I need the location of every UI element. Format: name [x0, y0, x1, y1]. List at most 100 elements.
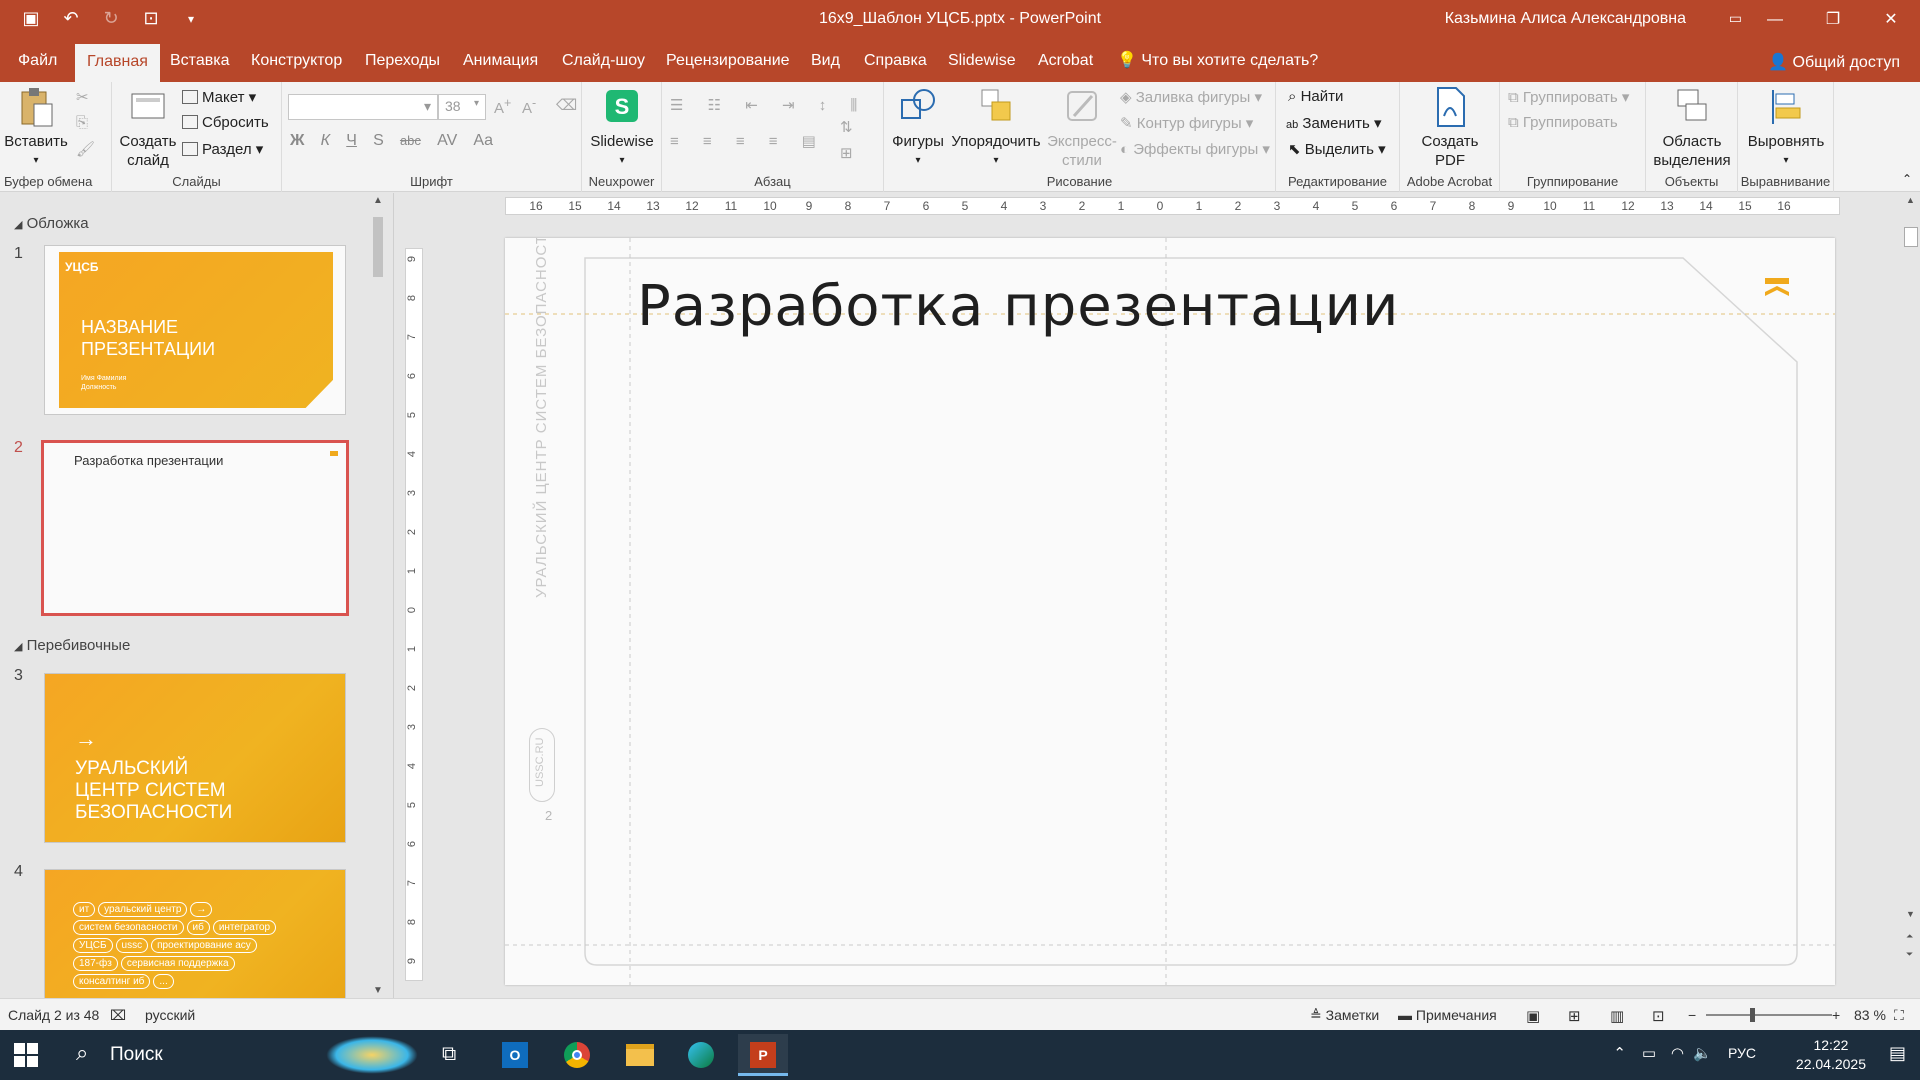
thumbnails-scrollbar[interactable]: ▲ ▼ [370, 193, 386, 998]
task-view-icon[interactable]: ⧉ [428, 1034, 478, 1076]
tab-insert[interactable]: Вставка [158, 40, 241, 82]
shrink-font-icon[interactable]: A- [522, 96, 536, 117]
file-explorer-icon[interactable] [614, 1034, 664, 1076]
slideshow-view-icon[interactable]: ⊡ [1652, 1007, 1665, 1025]
normal-view-icon[interactable]: ▣ [1526, 1007, 1540, 1025]
scroll-up-icon[interactable]: ▲ [373, 195, 383, 206]
section-button[interactable]: Раздел ▾ [182, 140, 263, 158]
slide-title[interactable]: Разработка презентации [637, 274, 1399, 339]
wifi-icon[interactable]: ◠ [1671, 1044, 1684, 1062]
shape-effects-button[interactable]: ◐ Эффекты фигуры ▾ [1120, 140, 1270, 158]
restore-icon[interactable]: ❐ [1804, 0, 1862, 40]
slide-thumbnail-1[interactable]: УЦСБ НАЗВАНИЕ ПРЕЗЕНТАЦИИ Имя Фамилия До… [44, 245, 346, 415]
tab-view[interactable]: Вид [799, 40, 852, 82]
shapes-button[interactable]: Фигуры ▾ [888, 86, 948, 170]
volume-icon[interactable]: 🔈 [1693, 1044, 1712, 1062]
strikethrough-button[interactable]: abc [400, 133, 421, 148]
char-spacing-button[interactable]: AV [437, 132, 457, 150]
ribbon-display-options-icon[interactable]: ▭ [1729, 10, 1742, 27]
copy-icon[interactable]: ⎘ [76, 114, 88, 131]
section-header-dividers[interactable]: ◢ Перебивочные [14, 637, 130, 654]
share-button[interactable]: 👤 Общий доступ [1768, 52, 1900, 72]
minimize-icon[interactable]: — [1746, 0, 1804, 40]
reading-view-icon[interactable]: ▥ [1610, 1007, 1624, 1025]
comments-button[interactable]: ▬ Примечания [1398, 1007, 1497, 1023]
clear-format-icon[interactable]: ⌫ [556, 96, 577, 114]
ungroup-objects-button[interactable]: ⧉ Группировать [1508, 114, 1618, 131]
scrollbar-thumb[interactable] [373, 217, 383, 277]
notifications-icon[interactable]: ▤ [1889, 1043, 1906, 1064]
section-header-cover[interactable]: ◢ Обложка [14, 215, 89, 232]
text-direction-icon[interactable]: ⇅ [840, 118, 853, 136]
slide-thumbnail-3[interactable]: → УРАЛЬСКИЙ ЦЕНТР СИСТЕМ БЕЗОПАСНОСТИ [44, 673, 346, 843]
font-name-combo[interactable]: ▾ [288, 94, 438, 120]
group-objects-button[interactable]: ⧉ Группировать ▾ [1508, 88, 1629, 106]
slide-thumbnail-2[interactable]: Разработка презентации [41, 440, 349, 616]
slide-canvas[interactable]: Разработка презентации УРАЛЬСКИЙ ЦЕНТР С… [505, 238, 1835, 985]
list-buttons[interactable]: ☰ ☷ ⇤ ⇥ ↕ ⫼ [670, 96, 867, 114]
zoom-out-icon[interactable]: − [1688, 1007, 1696, 1023]
format-painter-icon[interactable]: 🖌 [76, 140, 95, 158]
select-button[interactable]: ⬉ Выделить ▾ [1288, 140, 1386, 158]
tab-review[interactable]: Рецензирование [654, 40, 802, 82]
outlook-icon[interactable]: O [490, 1034, 540, 1076]
zoom-in-icon[interactable]: + [1832, 1007, 1840, 1023]
italic-button[interactable]: К [321, 132, 330, 150]
underline-button[interactable]: Ч [346, 132, 357, 150]
scroll-up-icon[interactable]: ▲ [1906, 195, 1915, 205]
fit-slide-icon[interactable]: ⛶ [1894, 1007, 1904, 1024]
shape-fill-button[interactable]: ◈ Заливка фигуры ▾ [1120, 88, 1262, 106]
tab-file[interactable]: Файл [6, 40, 69, 82]
change-case-button[interactable]: Aa [473, 132, 493, 150]
chrome-icon[interactable] [552, 1034, 602, 1076]
tab-slidewise[interactable]: Slidewise [936, 40, 1028, 82]
slidewise-button[interactable]: S Slidewise ▾ [586, 86, 658, 170]
close-icon[interactable]: ✕ [1862, 0, 1920, 40]
spellcheck-icon[interactable]: ⌧ [110, 1007, 126, 1024]
zoom-level[interactable]: 83 % [1854, 1007, 1886, 1023]
scrollbar-thumb[interactable] [1904, 227, 1918, 247]
arrange-button[interactable]: Упорядочить ▾ [946, 86, 1046, 170]
tab-slideshow[interactable]: Слайд-шоу [550, 40, 657, 82]
show-hidden-icons-icon[interactable]: ⌃ [1613, 1044, 1626, 1062]
align-buttons[interactable]: ≡ ≡ ≡ ≡ ▤ [670, 132, 826, 150]
convert-smartart-icon[interactable]: ⊞ [840, 144, 853, 162]
edge-icon[interactable] [676, 1034, 726, 1076]
grow-font-icon[interactable]: A+ [494, 96, 511, 117]
clock[interactable]: 12:22 22.04.2025 [1796, 1036, 1866, 1074]
find-button[interactable]: ⌕ Найти [1288, 88, 1343, 105]
tab-help[interactable]: Справка [852, 40, 939, 82]
new-slide-button[interactable]: Создать слайд [118, 86, 178, 170]
collapse-ribbon-icon[interactable]: ⌃ [1902, 172, 1912, 186]
battery-icon[interactable]: ▭ [1642, 1044, 1656, 1062]
reset-button[interactable]: Сбросить [182, 114, 269, 131]
tab-acrobat[interactable]: Acrobat [1026, 40, 1105, 82]
editor-vertical-scrollbar[interactable]: ▲ ▼ ⏶ ⏷ [1902, 193, 1920, 998]
replace-button[interactable]: ab Заменить ▾ [1286, 114, 1382, 132]
powerpoint-icon[interactable]: P [738, 1034, 788, 1076]
user-name[interactable]: Казьмина Алиса Александровна [1445, 10, 1686, 28]
tab-home[interactable]: Главная [75, 44, 160, 82]
zoom-slider[interactable] [1706, 1014, 1832, 1016]
slide-sorter-icon[interactable]: ⊞ [1568, 1007, 1581, 1025]
tab-design[interactable]: Конструктор [239, 40, 354, 82]
selection-pane-button[interactable]: Область выделения [1650, 86, 1734, 170]
previous-slide-icon[interactable]: ⏶ [1906, 931, 1913, 942]
cut-icon[interactable]: ✂ [76, 88, 89, 106]
next-slide-icon[interactable]: ⏷ [1906, 949, 1913, 960]
tab-animations[interactable]: Анимация [451, 40, 550, 82]
font-size-combo[interactable]: 38 ▾ [438, 94, 486, 120]
layout-button[interactable]: Макет ▾ [182, 88, 256, 106]
tell-me-search[interactable]: 💡 Что вы хотите сделать? [1105, 40, 1330, 82]
input-language[interactable]: РУС [1728, 1045, 1756, 1061]
scroll-down-icon[interactable]: ▼ [373, 985, 383, 996]
zoom-slider-thumb[interactable] [1750, 1008, 1755, 1022]
shadow-button[interactable]: S [373, 132, 384, 150]
language-indicator[interactable]: русский [145, 1007, 195, 1023]
tab-transitions[interactable]: Переходы [353, 40, 452, 82]
align-button[interactable]: Выровнять ▾ [1742, 86, 1830, 170]
notes-button[interactable]: ≜ Заметки [1310, 1007, 1379, 1024]
quick-styles-button[interactable]: Экспресс- стили [1044, 86, 1120, 170]
create-pdf-button[interactable]: Создать PDF [1410, 86, 1490, 170]
windows-start-icon[interactable] [12, 1041, 40, 1069]
